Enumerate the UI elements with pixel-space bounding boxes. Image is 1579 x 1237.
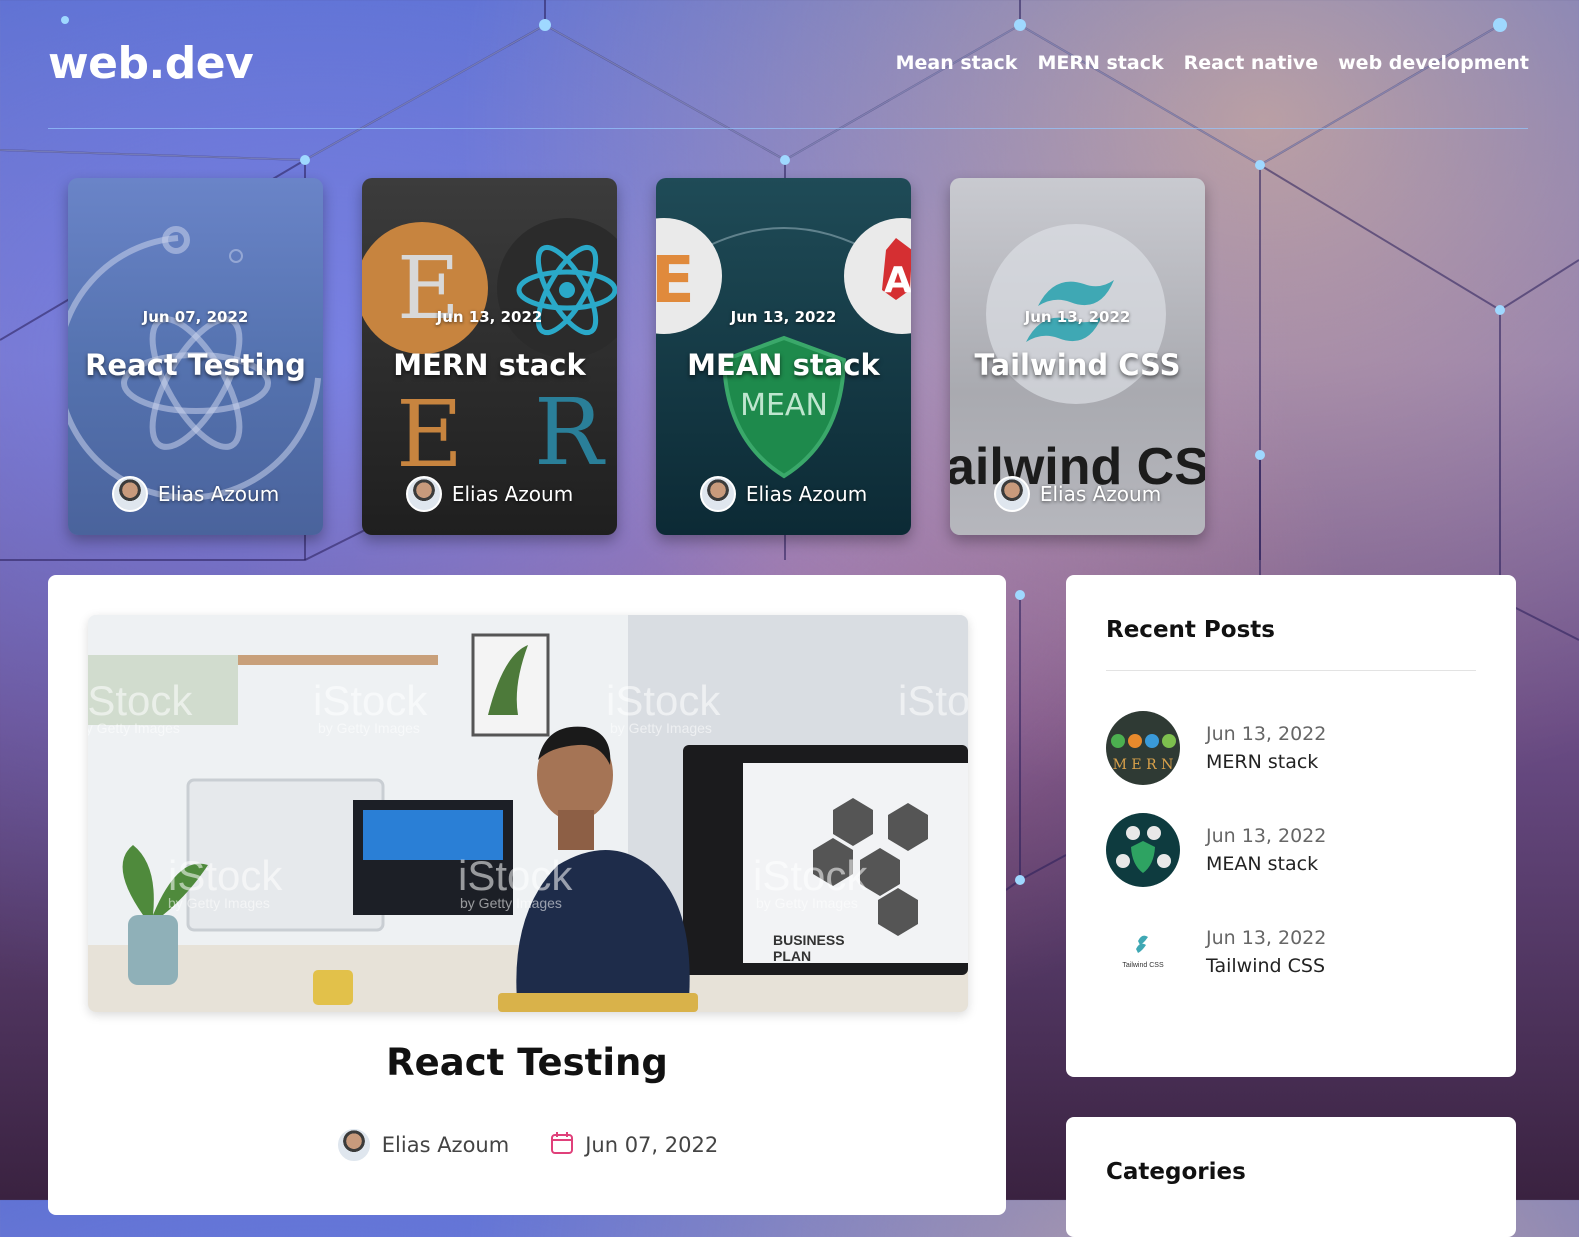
- poster-text: BUSINESS: [773, 932, 845, 948]
- categories-widget: Categories: [1066, 1117, 1516, 1237]
- card-author: Elias Azoum: [656, 476, 911, 512]
- site-logo[interactable]: web.dev: [48, 38, 254, 89]
- recent-post-title[interactable]: MEAN stack: [1206, 853, 1326, 875]
- card-title[interactable]: MEAN stack: [656, 348, 911, 382]
- author-name: Elias Azoum: [381, 1133, 510, 1157]
- main-nav: Mean stack MERN stack React native web d…: [896, 52, 1529, 74]
- card-author: Elias Azoum: [68, 476, 323, 512]
- recent-post-title[interactable]: Tailwind CSS: [1206, 955, 1326, 977]
- article-card: BUSINESS PLAN iStock by Getty Images iSt…: [48, 575, 1006, 1215]
- date-text: Jun 07, 2022: [585, 1133, 719, 1157]
- card-art-letter: R: [534, 379, 606, 486]
- author-avatar: [335, 1127, 372, 1163]
- article-author[interactable]: Elias Azoum: [335, 1127, 510, 1163]
- recent-post-date: Jun 13, 2022: [1206, 825, 1327, 847]
- recent-post-title[interactable]: MERN stack: [1206, 751, 1326, 773]
- watermark-text: iStock: [898, 677, 968, 724]
- header-divider: [48, 128, 1528, 129]
- card-date: Jun 07, 2022: [142, 308, 249, 326]
- widget-title: Categories: [1106, 1159, 1246, 1185]
- card-art-letter: MEAN: [740, 388, 828, 423]
- watermark-text: by Getty Images: [610, 720, 712, 736]
- article-meta: Elias Azoum Jun 07, 2022: [48, 1127, 1006, 1163]
- card-author: Elias Azoum: [950, 476, 1205, 512]
- widget-title: Recent Posts: [1106, 617, 1275, 643]
- article-title: React Testing: [386, 1041, 668, 1084]
- recent-posts-widget: Recent Posts M E R N Jun 13, 2022 MERN s…: [1066, 575, 1516, 1077]
- author-avatar: [111, 476, 148, 512]
- watermark-text: iStock: [168, 852, 283, 899]
- watermark-text: iStock: [313, 677, 428, 724]
- watermark-text: by Getty Images: [756, 895, 858, 911]
- article-cover-image[interactable]: BUSINESS PLAN iStock by Getty Images iSt…: [88, 615, 968, 1012]
- recent-post-thumb-mean: [1106, 813, 1180, 887]
- watermark-text: iStock: [88, 677, 193, 724]
- card-date: Jun 13, 2022: [436, 308, 543, 326]
- author-name: Elias Azoum: [745, 482, 868, 506]
- featured-card-react-testing[interactable]: Jun 07, 2022 React Testing Elias Azoum: [68, 178, 323, 535]
- card-art-letter: A: [884, 260, 911, 301]
- card-date: Jun 13, 2022: [1024, 308, 1131, 326]
- recent-post-date: Jun 13, 2022: [1206, 723, 1327, 745]
- recent-post-item[interactable]: Tailwind CSS Jun 13, 2022 Tailwind CSS: [1106, 915, 1326, 989]
- recent-post-item[interactable]: M E R N Jun 13, 2022 MERN stack: [1106, 711, 1326, 785]
- card-art-letter: E: [656, 244, 695, 318]
- card-title[interactable]: MERN stack: [362, 348, 617, 382]
- watermark-text: iStock: [458, 852, 573, 899]
- watermark-text: by Getty Images: [318, 720, 420, 736]
- watermark-text: by Getty Images: [460, 895, 562, 911]
- recent-post-date: Jun 13, 2022: [1206, 927, 1327, 949]
- author-avatar: [993, 476, 1030, 512]
- author-name: Elias Azoum: [1039, 482, 1162, 506]
- card-art-letter: E: [396, 381, 463, 488]
- featured-card-mern-stack[interactable]: E E R Jun 13, 2022 MERN stack Elias Azou…: [362, 178, 617, 535]
- thumb-text: M E R N: [1113, 757, 1174, 773]
- author-avatar: [699, 476, 736, 512]
- widget-divider: [1106, 670, 1476, 671]
- article-date: Jun 07, 2022: [549, 1130, 718, 1161]
- watermark-text: iStock: [606, 677, 721, 724]
- nav-mern-stack[interactable]: MERN stack: [1037, 52, 1163, 74]
- poster-text: PLAN: [773, 948, 811, 964]
- featured-card-mean-stack[interactable]: E A MEAN Jun 13, 2022 MEAN stack Elias A…: [656, 178, 911, 535]
- card-title[interactable]: React Testing: [68, 348, 323, 382]
- watermark-text: by Getty Images: [88, 720, 180, 736]
- watermark-text: by Getty Images: [168, 895, 270, 911]
- author-name: Elias Azoum: [451, 482, 574, 506]
- calendar-icon: [549, 1130, 575, 1161]
- watermark-text: iStock: [753, 852, 868, 899]
- nav-react-native[interactable]: React native: [1184, 52, 1319, 74]
- thumb-text: Tailwind CSS: [1122, 962, 1164, 969]
- card-date: Jun 13, 2022: [730, 308, 837, 326]
- recent-post-item[interactable]: Jun 13, 2022 MEAN stack: [1106, 813, 1326, 887]
- card-author: Elias Azoum: [362, 476, 617, 512]
- nav-web-development[interactable]: web development: [1338, 52, 1529, 74]
- author-name: Elias Azoum: [157, 482, 280, 506]
- recent-post-thumb-tailwind: Tailwind CSS: [1106, 915, 1180, 989]
- card-title[interactable]: Tailwind CSS: [950, 348, 1205, 382]
- featured-card-tailwind-css[interactable]: ailwind CSS Jun 13, 2022 Tailwind CSS El…: [950, 178, 1205, 535]
- nav-mean-stack[interactable]: Mean stack: [896, 52, 1018, 74]
- author-avatar: [405, 476, 442, 512]
- recent-post-thumb-mern: M E R N: [1106, 711, 1180, 785]
